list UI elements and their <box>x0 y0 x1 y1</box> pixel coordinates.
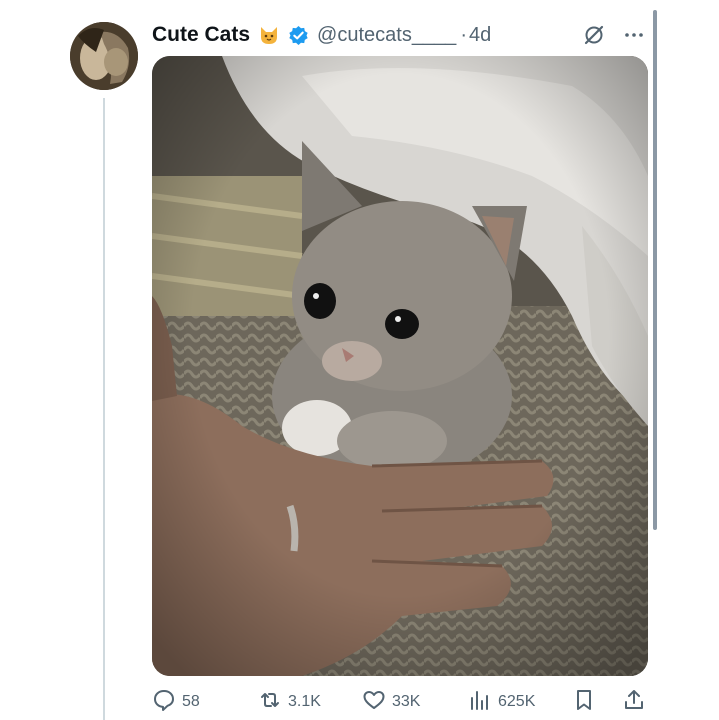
verified-badge-icon[interactable] <box>288 25 309 46</box>
repost-button[interactable]: 3.1K <box>258 686 321 718</box>
user-handle[interactable]: @cutecats____ <box>317 24 456 47</box>
post-media[interactable] <box>152 56 648 676</box>
bookmark-button[interactable] <box>572 686 596 718</box>
repost-icon <box>258 688 282 717</box>
like-count: 33K <box>392 693 421 710</box>
views-count: 625K <box>498 693 536 710</box>
post-timestamp[interactable]: 4d <box>469 24 491 47</box>
share-icon <box>622 688 646 717</box>
more-icon[interactable] <box>622 24 646 46</box>
display-name[interactable]: Cute Cats <box>152 23 250 47</box>
cat-face-icon <box>258 24 280 46</box>
kitten-photo <box>152 56 648 676</box>
separator-dot: · <box>460 23 467 46</box>
reply-icon <box>152 688 176 717</box>
repost-count: 3.1K <box>288 693 321 710</box>
views-button[interactable]: 625K <box>468 686 535 718</box>
scrollbar[interactable] <box>653 10 657 530</box>
post-header: Cute Cats @cutecats____ · 4d <box>152 20 652 50</box>
action-bar: 58 3.1K 33K 625K <box>152 686 652 718</box>
avatar-image <box>70 22 138 90</box>
like-button[interactable]: 33K <box>362 686 420 718</box>
views-icon <box>468 688 492 717</box>
grok-icon[interactable] <box>583 24 605 46</box>
bookmark-icon <box>572 688 596 717</box>
reply-button[interactable]: 58 <box>152 686 200 718</box>
like-icon <box>362 688 386 717</box>
reply-count: 58 <box>182 693 200 710</box>
thread-line <box>103 98 105 720</box>
avatar[interactable] <box>70 22 138 90</box>
share-button[interactable] <box>622 686 646 718</box>
